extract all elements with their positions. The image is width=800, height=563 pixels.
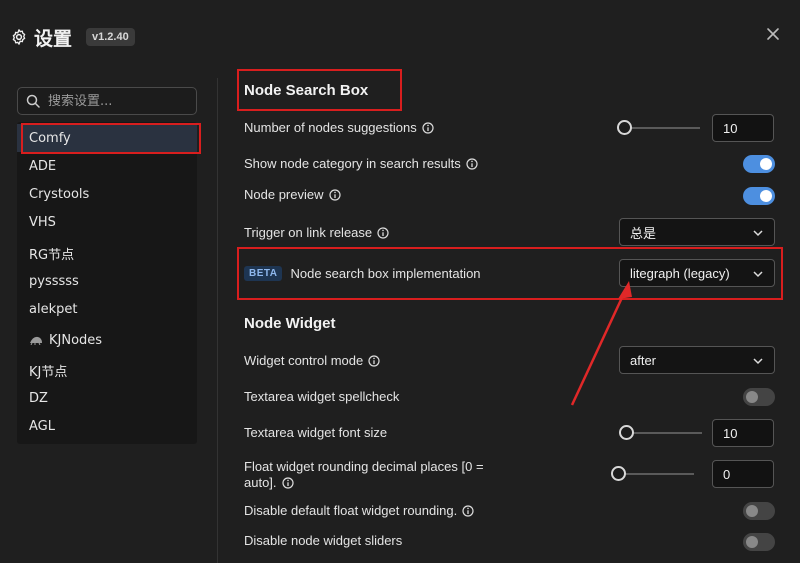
sidebar-item-vhs[interactable]: VHS	[17, 208, 197, 236]
setting-suggestions: Number of nodes suggestions	[244, 120, 434, 135]
category-toggle[interactable]	[743, 155, 775, 173]
control-mode-select[interactable]: after	[619, 346, 775, 374]
info-icon[interactable]	[422, 121, 434, 134]
toggle-knob	[760, 190, 772, 202]
sidebar-item-ade[interactable]: ADE	[17, 152, 197, 180]
info-icon[interactable]	[328, 188, 341, 201]
sidebar-item-rg[interactable]: RG节点	[17, 239, 197, 267]
disable-rounding-toggle[interactable]	[743, 502, 775, 520]
annotation-arrow	[570, 281, 632, 406]
setting-disable-rounding: Disable default float widget rounding.	[244, 503, 474, 518]
close-icon[interactable]	[766, 27, 780, 41]
sidebar-item-kjnodes[interactable]: KJNodes	[17, 326, 197, 354]
setting-rounding: Float widget rounding decimal places [0 …	[244, 459, 484, 490]
slider-handle[interactable]	[611, 466, 626, 481]
suggestions-input[interactable]: 10	[712, 114, 774, 142]
sidebar-item-pysssss[interactable]: pysssss	[17, 267, 197, 295]
toggle-knob	[746, 536, 758, 548]
slider-handle[interactable]	[617, 120, 632, 135]
suggestions-slider[interactable]	[617, 120, 700, 135]
highlight-box-impl	[237, 247, 783, 300]
page-title: 设置	[34, 27, 73, 50]
divider	[217, 78, 218, 563]
setting-disable-sliders: Disable node widget sliders	[244, 533, 403, 548]
section-title-widget: Node Widget	[244, 315, 336, 332]
setting-spellcheck: Textarea widget spellcheck	[244, 389, 400, 404]
sidebar-item-agl[interactable]: AGL	[17, 412, 197, 440]
disable-sliders-toggle[interactable]	[743, 533, 775, 551]
info-icon[interactable]	[281, 477, 294, 489]
bug-icon	[30, 336, 42, 345]
sidebar-list: Comfy ADE Crystools VHS RG节点 pysssss ale…	[17, 122, 197, 444]
rounding-input[interactable]: 0	[712, 460, 774, 488]
setting-control-mode: Widget control mode	[244, 353, 380, 368]
info-icon[interactable]	[466, 157, 478, 170]
search-input[interactable]	[48, 93, 178, 109]
toggle-knob	[760, 158, 772, 170]
settings-header: 设置 v1.2.40	[10, 24, 135, 50]
info-icon[interactable]	[462, 504, 474, 517]
info-icon[interactable]	[377, 226, 389, 239]
version-badge: v1.2.40	[86, 28, 135, 46]
font-size-slider[interactable]	[619, 425, 702, 440]
toggle-knob	[746, 391, 758, 403]
search-box[interactable]	[17, 87, 197, 115]
trigger-select[interactable]: 总是	[619, 218, 775, 246]
spellcheck-toggle[interactable]	[743, 388, 775, 406]
setting-font-size: Textarea widget font size	[244, 425, 388, 440]
setting-category: Show node category in search results	[244, 156, 478, 171]
slider-handle[interactable]	[619, 425, 634, 440]
preview-toggle[interactable]	[743, 187, 775, 205]
sidebar-item-alekpet[interactable]: alekpet	[17, 295, 197, 323]
search-icon	[26, 94, 40, 108]
setting-preview: Node preview	[244, 187, 341, 202]
info-icon[interactable]	[368, 354, 380, 367]
toggle-knob	[746, 505, 758, 517]
rounding-slider[interactable]	[611, 466, 694, 481]
highlight-box-section	[237, 69, 402, 111]
sidebar-item-dz[interactable]: DZ	[17, 384, 197, 412]
setting-trigger: Trigger on link release	[244, 225, 389, 240]
sidebar-item-crystools[interactable]: Crystools	[17, 180, 197, 208]
highlight-box-comfy	[21, 123, 201, 154]
font-size-input[interactable]: 10	[712, 419, 774, 447]
gear-icon	[12, 29, 26, 45]
sidebar-item-kj[interactable]: KJ节点	[17, 356, 197, 384]
chevron-down-icon	[753, 358, 763, 365]
chevron-down-icon	[753, 230, 763, 237]
